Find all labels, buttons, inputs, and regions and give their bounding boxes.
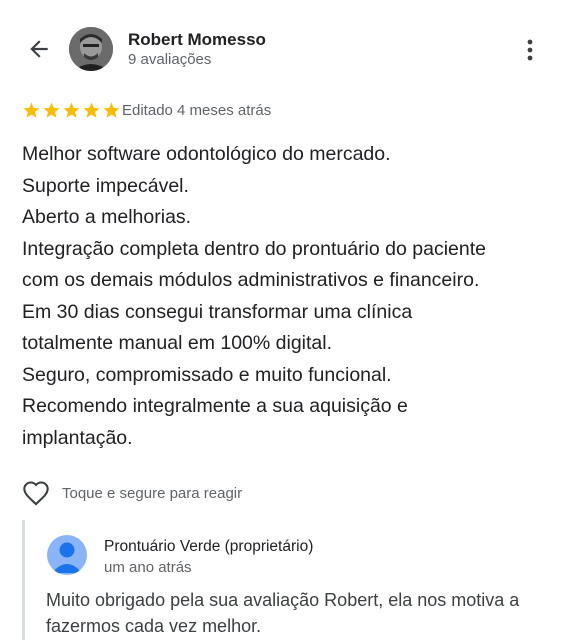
review-line: Aberto a melhorias. — [22, 206, 192, 228]
owner-reply-time: um ano atrás — [104, 559, 192, 576]
review-line: implantação. — [22, 426, 133, 449]
author-name[interactable]: Robert Momesso — [128, 30, 266, 50]
star-icon — [63, 102, 80, 118]
reply-line: Muito obrigado pela sua avaliação Robert… — [46, 590, 520, 610]
owner-avatar — [47, 535, 87, 575]
more-vert-icon — [527, 39, 533, 61]
arrow-left-icon — [30, 40, 48, 58]
review-line: com os demais módulos administrativos e … — [22, 269, 480, 291]
review-line: Melhor software odontológico do mercado. — [22, 143, 391, 165]
review-line: Suporte impecável. — [22, 174, 189, 197]
avatar[interactable] — [69, 27, 113, 71]
review-line: Seguro, compromissado e muito funcional. — [22, 363, 392, 386]
edited-timestamp: Editado 4 meses atrás — [122, 102, 272, 119]
owner-name: Prontuário Verde (proprietário) — [104, 538, 314, 555]
more-options-button[interactable] — [518, 36, 542, 64]
star-rating — [22, 101, 121, 120]
person-icon — [52, 542, 82, 573]
reply-line: fazermos cada vez melhor. — [46, 616, 262, 636]
review-line: totalmente manual em 100% digital. — [22, 332, 333, 354]
star-icon — [103, 102, 120, 118]
review-line: Em 30 dias consegui transformar uma clín… — [22, 300, 413, 323]
back-button[interactable] — [24, 34, 54, 64]
author-review-count: 9 avaliações — [128, 51, 212, 68]
avatar-photo — [69, 27, 113, 71]
react-button[interactable] — [22, 480, 50, 506]
star-icon — [83, 102, 100, 118]
react-hint: Toque e segure para reagir — [62, 485, 243, 502]
reply-divider — [22, 520, 25, 640]
star-icon — [23, 102, 40, 118]
review-line: Integração completa dentro do prontuário… — [22, 237, 486, 260]
owner-reply-text: Muito obrigado pela sua avaliação Robert… — [46, 587, 546, 639]
review-line: Recomendo integralmente a sua aquisição … — [22, 395, 408, 417]
review-text: Melhor software odontológico do mercado.… — [22, 139, 552, 454]
heart-outline-icon — [23, 481, 49, 506]
star-icon — [43, 102, 60, 118]
